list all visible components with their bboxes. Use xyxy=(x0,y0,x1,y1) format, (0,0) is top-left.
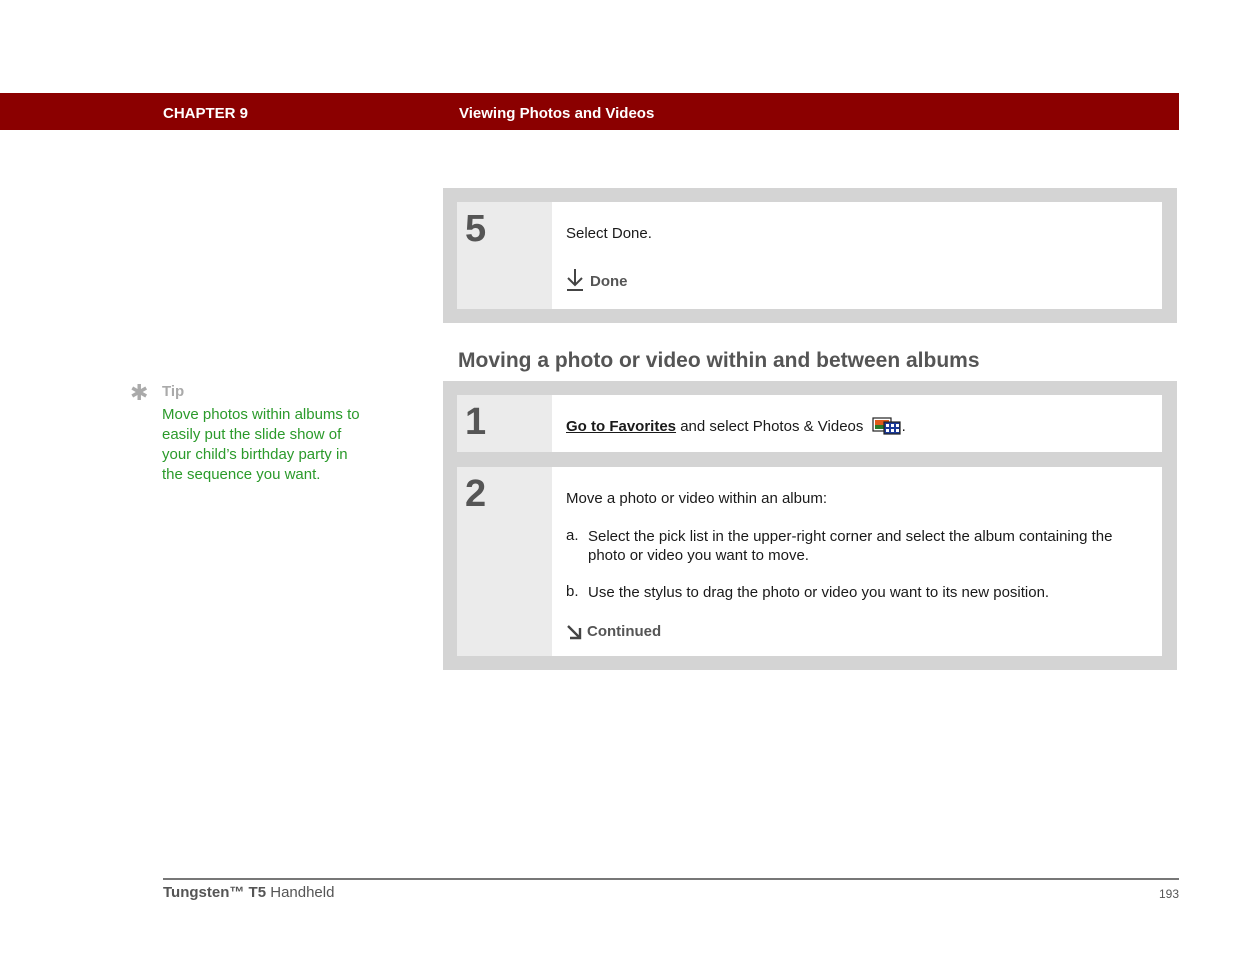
step-box-done: 5 Select Done. Done xyxy=(443,188,1177,323)
done-indicator: Done xyxy=(566,268,628,292)
step-number: 5 xyxy=(457,202,552,309)
step-number: 1 xyxy=(457,395,552,452)
footer-divider xyxy=(163,878,1179,880)
photos-videos-icon xyxy=(871,417,901,435)
asterisk-icon: ✱ xyxy=(130,380,149,405)
step-text: Go to Favorites and select Photos & Vide… xyxy=(566,417,1148,435)
continued-label: Continued xyxy=(587,623,662,640)
step-number: 2 xyxy=(457,467,552,656)
chapter-label: CHAPTER 9 xyxy=(163,105,249,122)
section-heading: Moving a photo or video within and betwe… xyxy=(458,349,980,372)
list-item: a. Select the pick list in the upper-rig… xyxy=(566,527,1113,564)
step-body: Go to Favorites and select Photos & Vide… xyxy=(552,395,1162,452)
done-arrow-icon xyxy=(567,269,583,291)
continued-arrow-icon xyxy=(567,625,582,640)
step-intro: Move a photo or video within an album: xyxy=(566,490,827,507)
step-row-1: 1 Go to Favorites and select Photos & Vi… xyxy=(457,395,1162,452)
step-text: Select Done. xyxy=(566,225,652,242)
step-body: Move a photo or video within an album: a… xyxy=(552,467,1162,656)
step-trailing: . xyxy=(901,418,906,435)
step-box-moving: 1 Go to Favorites and select Photos & Vi… xyxy=(443,381,1177,670)
list-item: b. Use the stylus to drag the photo or v… xyxy=(566,583,1050,601)
page-number: 193 xyxy=(1158,887,1179,901)
tip-text: Move photos within albums to easily put … xyxy=(162,406,360,483)
tip-label: Tip xyxy=(162,383,185,400)
step-text-after: and select Photos & Videos xyxy=(676,418,864,435)
footer-product: Tungsten™ T5 Handheld xyxy=(163,884,335,901)
step-row-2: 2 Move a photo or video within an album:… xyxy=(457,467,1162,656)
chapter-title: Viewing Photos and Videos xyxy=(459,105,655,122)
continued-indicator: Continued xyxy=(566,623,661,640)
step-row: 5 Select Done. Done xyxy=(457,202,1162,309)
go-to-favorites-link[interactable]: Go to Favorites xyxy=(566,418,676,435)
chapter-header-bar: CHAPTER 9 Viewing Photos and Videos xyxy=(0,93,1179,130)
step-body: Select Done. Done xyxy=(552,202,1162,309)
done-label: Done xyxy=(590,273,628,290)
